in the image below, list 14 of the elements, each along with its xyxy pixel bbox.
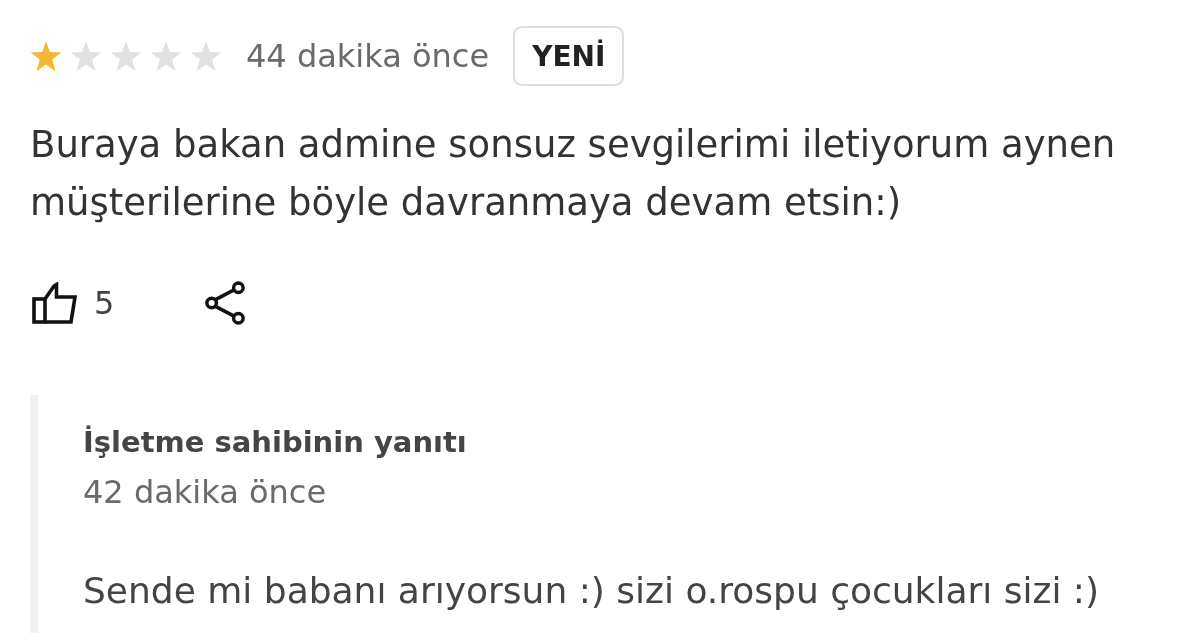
new-badge: YENİ (513, 26, 625, 86)
thumbs-up-icon[interactable] (32, 282, 78, 324)
star-icon (110, 40, 142, 72)
star-icon (150, 40, 182, 72)
reply-text: Sende mi babanı arıyorsun :) sizi o.rospu çocukları sizi :) (83, 569, 1100, 613)
review-time: 44 dakika önce (246, 37, 490, 75)
review-text: Buraya bakan admine sonsuz sevgilerimi iletiyorum aynen müşterilerine böyle davranmaya devam etsin:) (30, 122, 1117, 226)
reply-title: İşletme sahibinin yanıtı (83, 425, 468, 459)
star-icon (190, 40, 222, 72)
like-count: 5 (94, 284, 115, 322)
share-icon[interactable] (204, 281, 247, 325)
star-icon (70, 40, 102, 72)
star-icon (30, 40, 62, 72)
reply-time: 42 dakika önce (83, 473, 328, 511)
